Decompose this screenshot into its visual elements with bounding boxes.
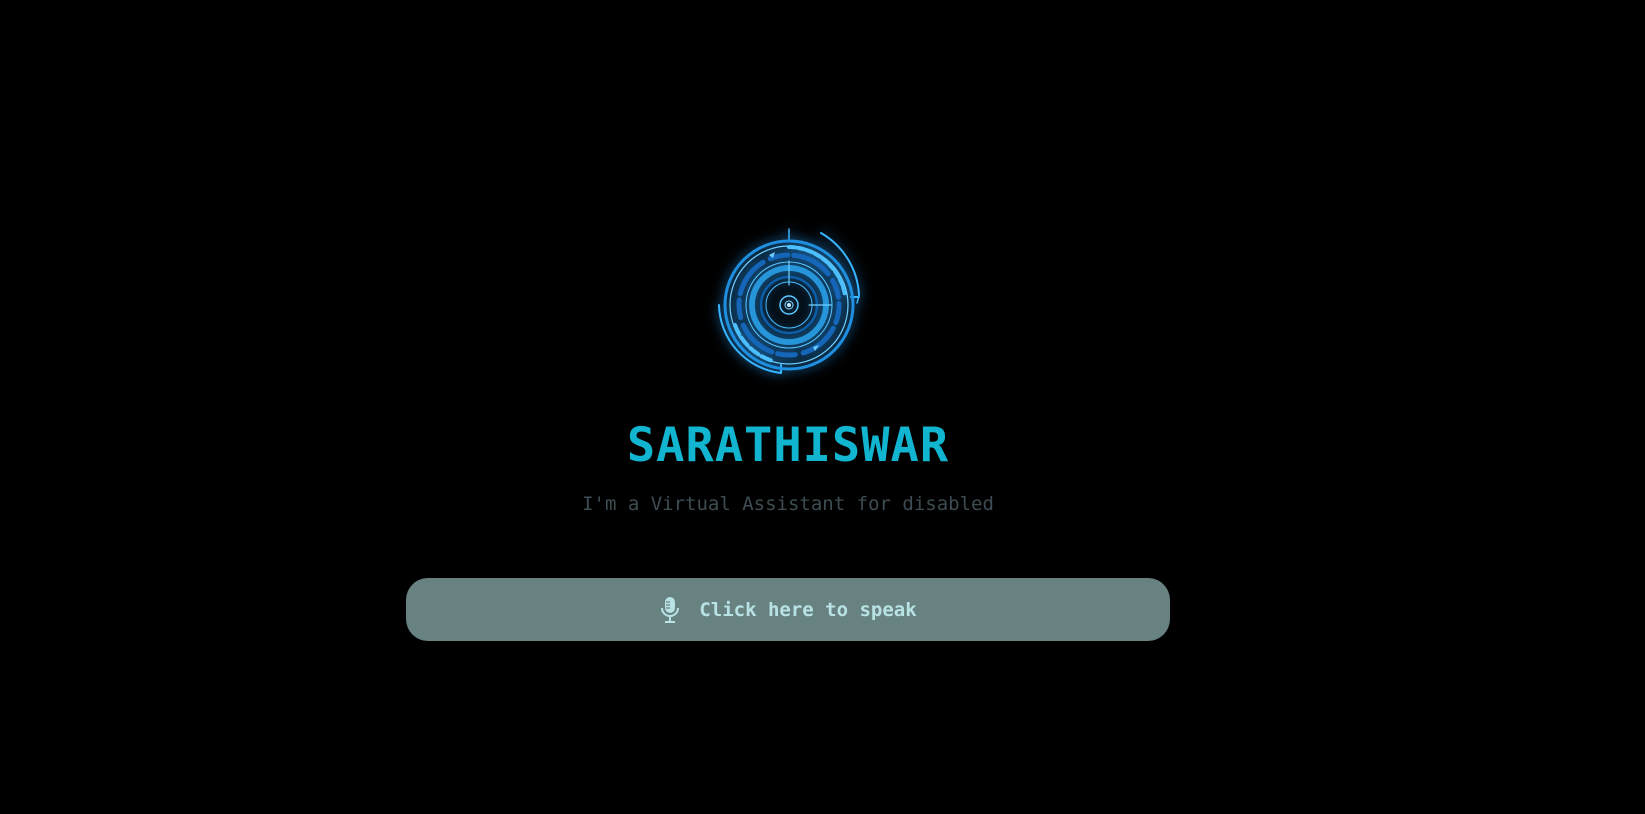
hud-circle-icon <box>718 228 860 374</box>
assistant-name: SARATHISWAR <box>626 418 950 473</box>
microphone-icon <box>659 596 681 624</box>
speak-button[interactable]: Click here to speak <box>406 578 1170 641</box>
speak-button-label: Click here to speak <box>699 598 917 621</box>
assistant-logo <box>709 225 869 385</box>
assistant-tagline: I'm a Virtual Assistant for disabled <box>582 493 994 515</box>
